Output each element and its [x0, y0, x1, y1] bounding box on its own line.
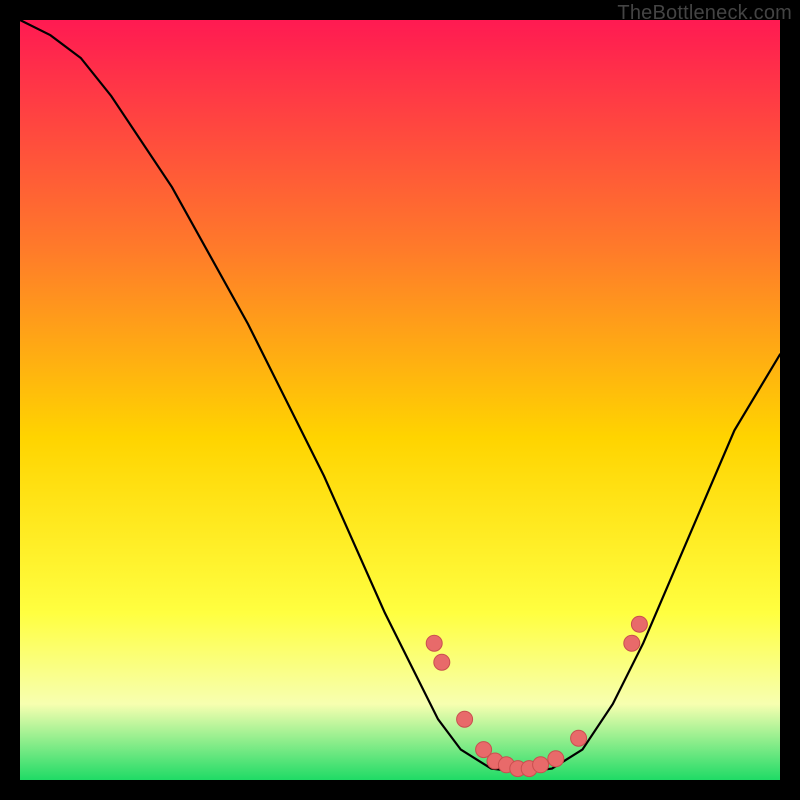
data-marker — [631, 616, 647, 632]
bottleneck-curve-plot — [20, 20, 780, 780]
attribution-text: TheBottleneck.com — [617, 2, 792, 25]
data-marker — [533, 757, 549, 773]
data-marker — [624, 635, 640, 651]
data-marker — [434, 654, 450, 670]
data-marker — [571, 730, 587, 746]
chart-frame — [20, 20, 780, 780]
data-marker — [548, 751, 564, 767]
data-marker — [457, 711, 473, 727]
gradient-background — [20, 20, 780, 780]
data-marker — [426, 635, 442, 651]
